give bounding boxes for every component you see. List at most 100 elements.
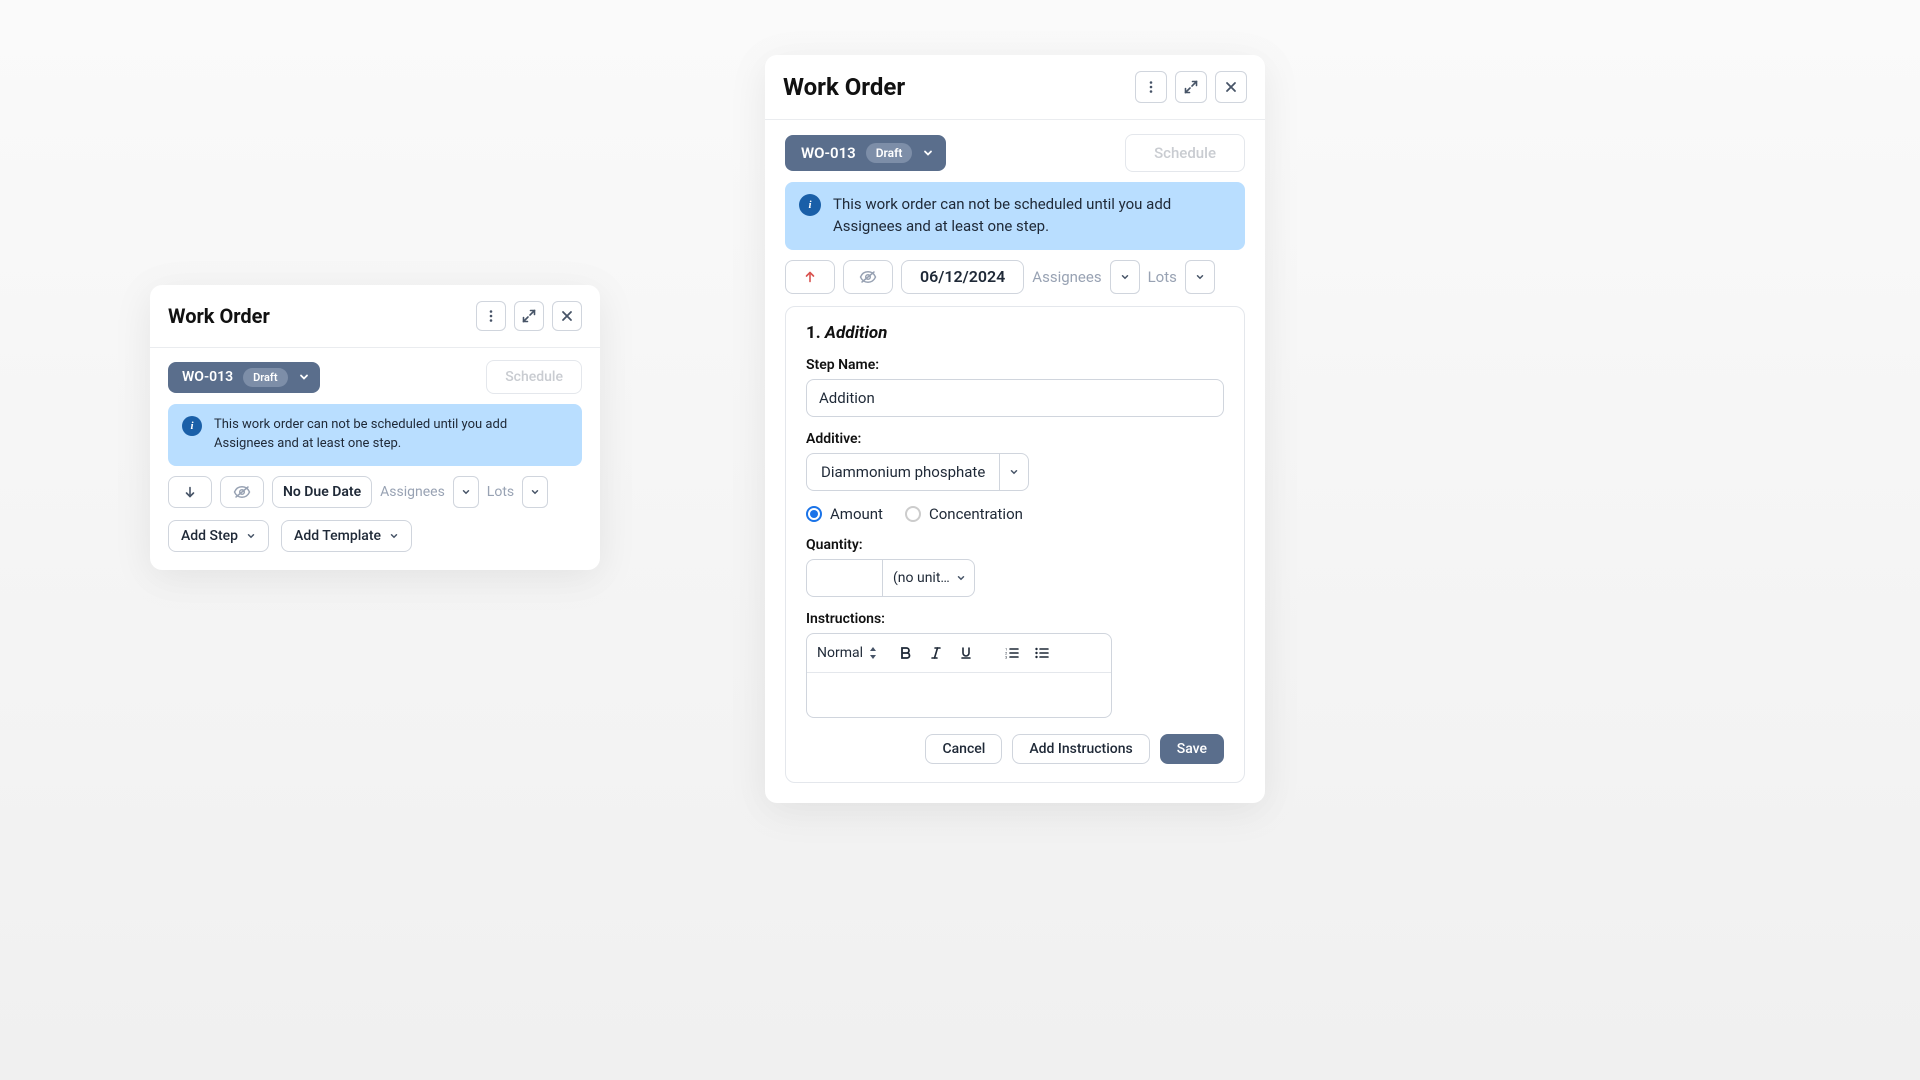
expand-button[interactable] xyxy=(514,301,544,331)
quantity-row: (no unit… xyxy=(806,559,1224,597)
status-row: WO-013 Draft Schedule xyxy=(785,134,1245,172)
expand-button[interactable] xyxy=(1175,71,1207,103)
more-menu-button[interactable] xyxy=(476,301,506,331)
step-name-input[interactable] xyxy=(806,379,1224,417)
close-button[interactable] xyxy=(552,301,582,331)
visibility-button[interactable] xyxy=(220,476,264,508)
header-actions xyxy=(476,301,582,331)
info-text: This work order can not be scheduled unt… xyxy=(833,194,1231,238)
step-name-label: Step Name: xyxy=(806,357,1224,373)
chevron-down-icon xyxy=(298,371,310,383)
due-date-button[interactable]: 06/12/2024 xyxy=(901,260,1024,294)
svg-text:3: 3 xyxy=(1005,654,1007,659)
more-menu-button[interactable] xyxy=(1135,71,1167,103)
cancel-button[interactable]: Cancel xyxy=(925,734,1002,764)
chevron-down-icon xyxy=(389,531,399,541)
underline-icon xyxy=(959,646,973,660)
lots-label: Lots xyxy=(1148,268,1177,286)
panel-header: Work Order xyxy=(765,55,1265,119)
bullet-list-button[interactable] xyxy=(1029,640,1055,666)
meta-row: 06/12/2024 Assignees Lots xyxy=(785,260,1245,294)
due-date-text: No Due Date xyxy=(283,484,361,500)
editor-toolbar: Normal 123 xyxy=(807,634,1111,673)
expand-icon xyxy=(522,309,536,323)
info-text: This work order can not be scheduled unt… xyxy=(214,416,568,454)
eye-off-icon xyxy=(859,270,877,284)
status-badge: Draft xyxy=(866,143,913,163)
add-instructions-button[interactable]: Add Instructions xyxy=(1012,734,1149,764)
info-icon: i xyxy=(182,416,202,436)
add-step-button[interactable]: Add Step xyxy=(168,520,269,552)
priority-button[interactable] xyxy=(168,476,212,508)
chevron-down-icon xyxy=(1120,272,1130,282)
additive-value: Diammonium phosphate xyxy=(806,453,999,491)
step-card: 1. Addition Step Name: Additive: Diammon… xyxy=(785,306,1245,783)
additive-caret[interactable] xyxy=(999,453,1029,491)
meta-row: No Due Date Assignees Lots xyxy=(168,476,582,508)
assignees-dropdown[interactable] xyxy=(453,476,479,508)
due-date-button[interactable]: No Due Date xyxy=(272,476,372,508)
panel-title: Work Order xyxy=(168,304,270,328)
chevron-down-icon xyxy=(956,573,966,583)
chevron-down-icon xyxy=(1195,272,1205,282)
add-template-button[interactable]: Add Template xyxy=(281,520,412,552)
schedule-button[interactable]: Schedule xyxy=(486,360,582,394)
close-icon xyxy=(1225,81,1237,93)
add-step-label: Add Step xyxy=(181,528,238,544)
measure-type-radio-group: Amount Concentration xyxy=(806,505,1224,523)
assignees-dropdown[interactable] xyxy=(1110,260,1140,294)
radio-concentration[interactable]: Concentration xyxy=(905,505,1023,523)
save-button[interactable]: Save xyxy=(1160,734,1224,764)
underline-button[interactable] xyxy=(953,640,979,666)
add-template-label: Add Template xyxy=(294,528,381,544)
panel-body: WO-013 Draft Schedule i This work order … xyxy=(150,348,600,570)
chevron-down-icon xyxy=(922,147,934,159)
unit-select[interactable]: (no unit… xyxy=(882,559,975,597)
additive-select[interactable]: Diammonium phosphate xyxy=(806,453,1224,491)
lots-dropdown[interactable] xyxy=(1185,260,1215,294)
ordered-list-button[interactable]: 123 xyxy=(999,640,1025,666)
chevron-down-icon xyxy=(1009,467,1019,477)
lots-label: Lots xyxy=(487,484,514,500)
info-banner: i This work order can not be scheduled u… xyxy=(785,182,1245,250)
work-order-card-collapsed: Work Order WO-013 Draft Schedule i This xyxy=(150,285,600,570)
chevron-down-icon xyxy=(246,531,256,541)
radio-dot-on xyxy=(806,506,822,522)
work-order-card-expanded: Work Order WO-013 Draft Schedule i This xyxy=(765,55,1265,803)
unit-value: (no unit… xyxy=(893,570,950,586)
bullet-list-icon xyxy=(1034,646,1050,660)
status-chip[interactable]: WO-013 Draft xyxy=(785,135,946,171)
italic-button[interactable] xyxy=(923,640,949,666)
eye-off-icon xyxy=(233,485,251,499)
quantity-input[interactable] xyxy=(806,559,882,597)
format-select[interactable]: Normal xyxy=(817,645,877,661)
assignees-label: Assignees xyxy=(380,484,445,500)
editor-body[interactable] xyxy=(807,673,1111,717)
status-badge: Draft xyxy=(243,368,287,387)
ordered-list-icon: 123 xyxy=(1004,646,1020,660)
instructions-editor: Normal 123 xyxy=(806,633,1112,718)
radio-amount[interactable]: Amount xyxy=(806,505,883,523)
expand-icon xyxy=(1184,80,1198,94)
panel-body: WO-013 Draft Schedule i This work order … xyxy=(765,120,1265,803)
priority-button[interactable] xyxy=(785,260,835,294)
radio-concentration-label: Concentration xyxy=(929,505,1023,523)
chevron-down-icon xyxy=(530,487,540,497)
bold-icon xyxy=(899,646,913,660)
quantity-label: Quantity: xyxy=(806,537,1224,553)
arrow-up-icon xyxy=(803,270,817,284)
bold-button[interactable] xyxy=(893,640,919,666)
wo-number: WO-013 xyxy=(182,369,233,385)
lots-dropdown[interactable] xyxy=(522,476,548,508)
status-chip[interactable]: WO-013 Draft xyxy=(168,362,320,393)
radio-amount-label: Amount xyxy=(830,505,883,523)
assignees-label: Assignees xyxy=(1032,268,1101,286)
close-button[interactable] xyxy=(1215,71,1247,103)
actions-row: Add Step Add Template xyxy=(168,520,582,552)
arrow-down-icon xyxy=(183,485,197,499)
chevron-down-icon xyxy=(461,487,471,497)
schedule-button[interactable]: Schedule xyxy=(1125,134,1245,172)
more-vertical-icon xyxy=(1144,80,1158,94)
close-icon xyxy=(561,310,573,322)
visibility-button[interactable] xyxy=(843,260,893,294)
